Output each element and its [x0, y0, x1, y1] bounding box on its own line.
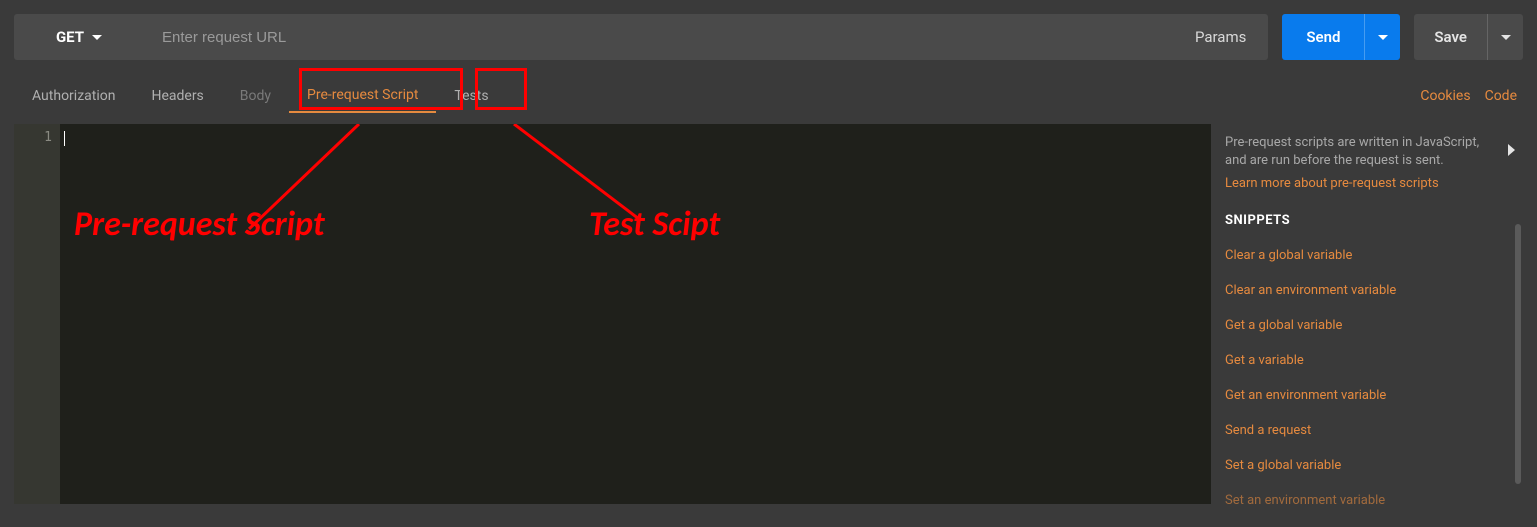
snippet-item[interactable]: Send a request	[1225, 423, 1509, 438]
snippets-heading: SNIPPETS	[1225, 213, 1509, 228]
chevron-down-icon	[1501, 35, 1511, 40]
tab-body[interactable]: Body	[222, 80, 289, 112]
chevron-right-icon[interactable]	[1508, 144, 1515, 156]
save-dropdown[interactable]	[1487, 14, 1523, 60]
snippets-sidebar: Pre-request scripts are written in JavaS…	[1211, 124, 1523, 504]
request-topbar: GET Params Send Save	[0, 0, 1537, 60]
http-method-selector[interactable]: GET	[14, 14, 144, 60]
send-dropdown[interactable]	[1364, 14, 1400, 60]
params-label: Params	[1195, 28, 1246, 46]
snippet-item[interactable]: Get a global variable	[1225, 318, 1509, 333]
snippet-item[interactable]: Set a global variable	[1225, 458, 1509, 473]
snippet-item[interactable]: Get a variable	[1225, 353, 1509, 368]
tab-pre-request-script[interactable]: Pre-request Script	[289, 79, 436, 113]
main-area: 1 Pre-request Script Test Scipt Pre-requ…	[14, 124, 1523, 504]
snippet-item[interactable]: Clear an environment variable	[1225, 283, 1509, 298]
text-caret	[64, 131, 65, 146]
tab-authorization[interactable]: Authorization	[14, 80, 133, 112]
snippet-item[interactable]: Set an environment variable	[1225, 493, 1509, 504]
method-label: GET	[56, 28, 84, 46]
request-url-input[interactable]	[144, 14, 1173, 60]
right-links: Cookies Code	[1420, 88, 1523, 104]
request-tabs: Authorization Headers Body Pre-request S…	[0, 78, 1537, 114]
save-button[interactable]: Save	[1414, 14, 1487, 60]
tab-tests[interactable]: Tests	[436, 80, 506, 112]
script-editor[interactable]: 1 Pre-request Script Test Scipt	[14, 124, 1211, 504]
save-label: Save	[1434, 28, 1467, 46]
line-gutter: 1	[14, 124, 60, 504]
annotation-label-tests: Test Scipt	[589, 204, 720, 245]
snippet-item[interactable]: Get an environment variable	[1225, 388, 1509, 403]
snippet-item[interactable]: Clear a global variable	[1225, 248, 1509, 263]
code-link[interactable]: Code	[1485, 88, 1517, 104]
code-area[interactable]	[60, 124, 1211, 504]
line-number: 1	[14, 130, 52, 145]
tab-headers[interactable]: Headers	[133, 80, 221, 112]
chevron-down-icon	[92, 35, 102, 40]
params-button[interactable]: Params	[1173, 14, 1268, 60]
scrollbar[interactable]	[1515, 224, 1521, 484]
help-text: Pre-request scripts are written in JavaS…	[1225, 134, 1509, 170]
chevron-down-icon	[1378, 35, 1388, 40]
learn-more-link[interactable]: Learn more about pre-request scripts	[1225, 176, 1439, 191]
annotation-label-pre-request: Pre-request Script	[74, 204, 325, 245]
send-button[interactable]: Send	[1282, 14, 1364, 60]
cookies-link[interactable]: Cookies	[1420, 88, 1470, 104]
send-label: Send	[1306, 28, 1340, 46]
